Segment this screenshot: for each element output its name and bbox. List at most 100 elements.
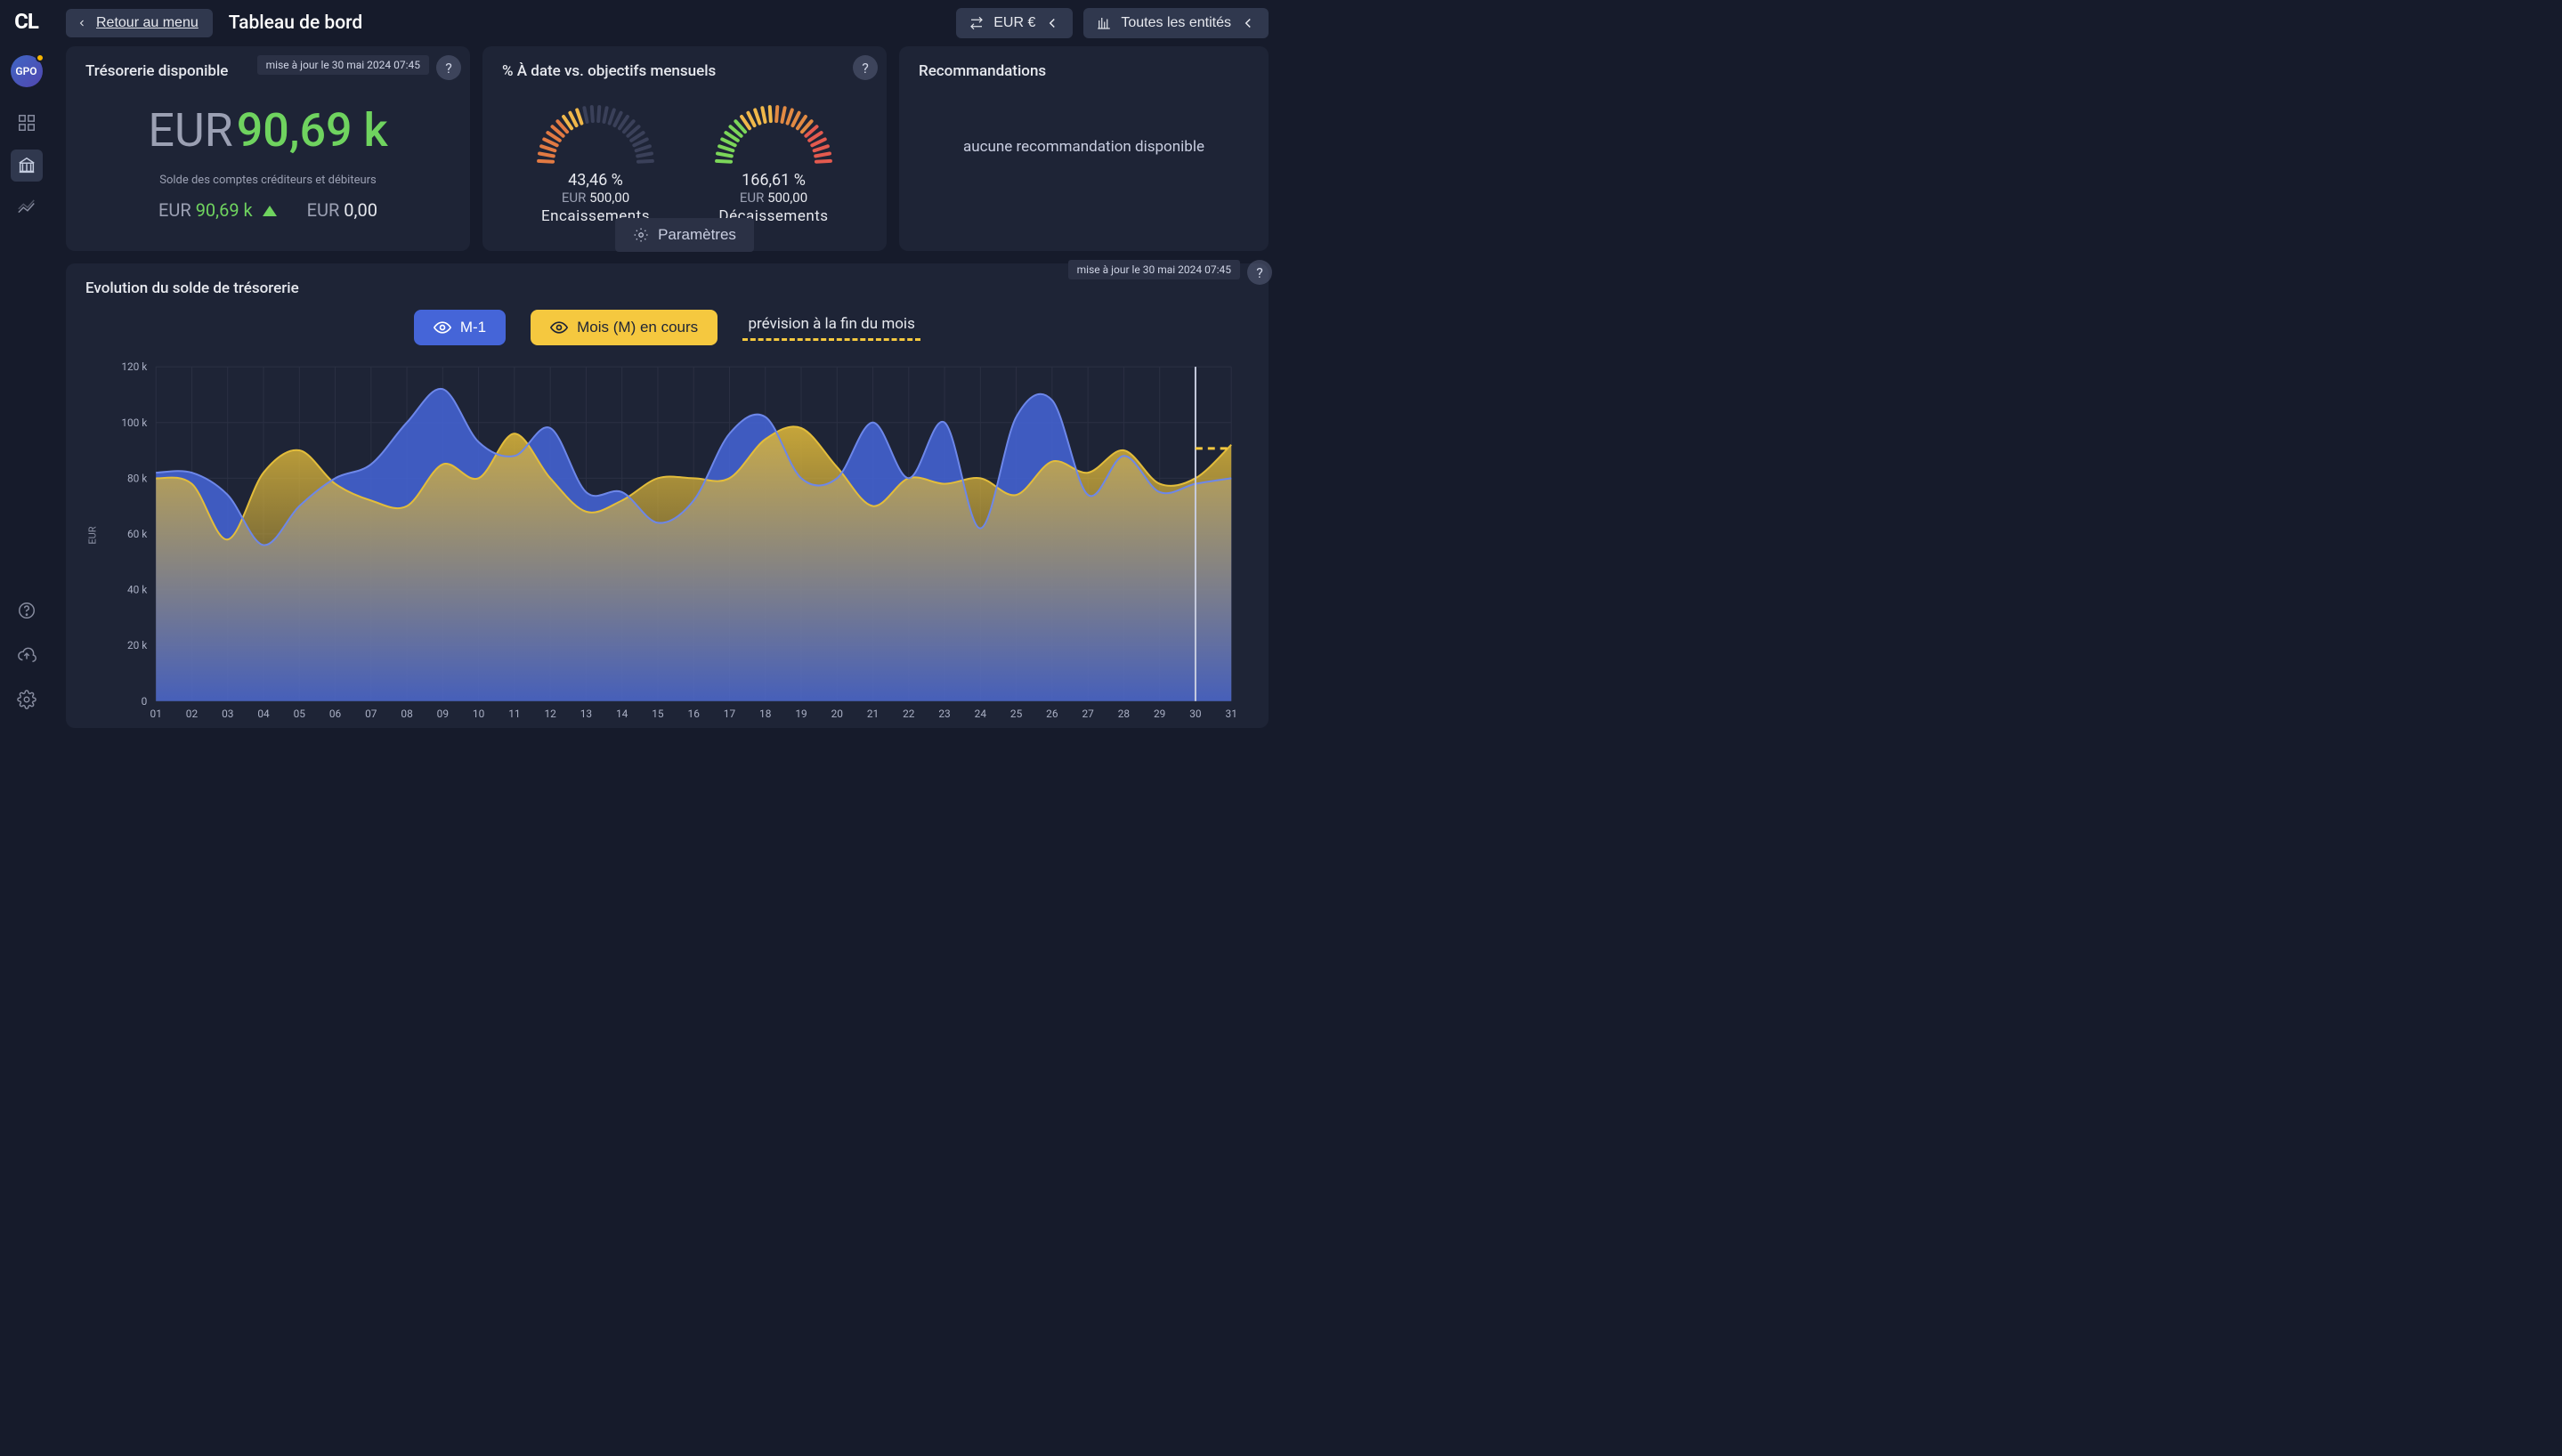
upload-nav-icon[interactable] [11, 639, 43, 671]
svg-text:120 k: 120 k [121, 360, 148, 373]
treasury-chart: 0 20 k 40 k 60 k 80 k 100 k 120 k 01 02 03 04 05 06 0… [85, 358, 1249, 719]
svg-text:03: 03 [222, 708, 233, 719]
avatar-initials: GPO [15, 65, 36, 77]
svg-text:30: 30 [1189, 708, 1202, 719]
help-button[interactable]: ? [1247, 260, 1272, 285]
svg-text:02: 02 [186, 708, 199, 719]
gauge-decaissements: 166,61 % EUR 500,00 Décaissements [693, 100, 854, 225]
buildings-icon [1096, 15, 1112, 31]
svg-text:19: 19 [795, 708, 807, 719]
svg-text:22: 22 [903, 708, 915, 719]
svg-text:27: 27 [1082, 708, 1094, 719]
grid-icon [17, 113, 36, 133]
treasury-subtitle: Solde des comptes créditeurs et débiteur… [85, 174, 450, 187]
svg-text:25: 25 [1010, 708, 1023, 719]
svg-text:26: 26 [1046, 708, 1058, 719]
gauge-out-svg [698, 100, 849, 164]
svg-text:29: 29 [1154, 708, 1165, 719]
svg-text:01: 01 [150, 708, 162, 719]
chart-title: Evolution du solde de trésorerie [85, 279, 1249, 297]
trend-icon [17, 198, 36, 218]
svg-text:31: 31 [1226, 708, 1237, 719]
gauge-title: % À date vs. objectifs mensuels [502, 62, 867, 80]
help-circle-icon [17, 601, 36, 620]
recommendations-card: Recommandations aucune recommandation di… [899, 46, 1269, 251]
svg-text:15: 15 [652, 708, 664, 719]
swap-icon [969, 15, 985, 31]
svg-text:09: 09 [437, 708, 449, 719]
svg-text:40 k: 40 k [127, 583, 148, 595]
currency-selector[interactable]: EUR € [956, 8, 1073, 38]
help-button[interactable]: ? [853, 55, 878, 80]
user-avatar[interactable]: GPO [11, 55, 43, 87]
svg-text:06: 06 [329, 708, 342, 719]
legend-m1-button[interactable]: M-1 [414, 310, 506, 345]
treasury-nav-icon[interactable] [11, 150, 43, 182]
page-title: Tableau de bord [229, 12, 362, 34]
svg-text:08: 08 [401, 708, 413, 719]
legend-forecast: prévision à la fin du mois [742, 315, 920, 341]
brand-logo: CL [14, 9, 38, 34]
legend-m-button[interactable]: Mois (M) en cours [531, 310, 718, 345]
svg-text:11: 11 [508, 708, 520, 719]
sidebar: CL GPO [0, 0, 53, 728]
svg-text:07: 07 [365, 708, 377, 719]
chart-card: mise à jour le 30 mai 2024 07:45 ? Evolu… [66, 263, 1269, 728]
svg-text:10: 10 [473, 708, 485, 719]
updated-tooltip: mise à jour le 30 mai 2024 07:45 [1068, 260, 1240, 279]
currency-label: EUR € [993, 15, 1035, 31]
gear-icon [633, 227, 649, 243]
treasury-positive: EUR 90,69 k [158, 199, 277, 221]
svg-text:12: 12 [544, 708, 556, 719]
svg-text:05: 05 [294, 708, 306, 719]
svg-text:100 k: 100 k [121, 417, 148, 429]
svg-text:04: 04 [257, 708, 270, 719]
svg-text:16: 16 [688, 708, 701, 719]
updated-tooltip: mise à jour le 30 mai 2024 07:45 [257, 55, 429, 75]
eye-icon [550, 319, 568, 336]
analytics-nav-icon[interactable] [11, 192, 43, 224]
notification-dot-icon [36, 53, 45, 62]
svg-text:17: 17 [724, 708, 736, 719]
treasury-amount: 90,69 k [237, 103, 388, 158]
chevron-left-icon [77, 18, 87, 28]
back-label: Retour au menu [96, 15, 199, 31]
gear-icon [17, 690, 36, 709]
chevron-left-icon [1044, 15, 1060, 31]
treasury-negative: EUR 0,00 [307, 199, 377, 221]
entities-label: Toutes les entités [1121, 15, 1231, 31]
svg-text:13: 13 [580, 708, 592, 719]
entities-selector[interactable]: Toutes les entités [1083, 8, 1269, 38]
svg-text:14: 14 [616, 708, 628, 719]
cloud-upload-icon [17, 645, 36, 665]
parameters-button[interactable]: Paramètres [615, 218, 754, 252]
svg-text:0: 0 [142, 695, 148, 708]
svg-text:80 k: 80 k [127, 472, 148, 484]
eye-icon [434, 319, 451, 336]
bank-icon [17, 156, 36, 175]
help-nav-icon[interactable] [11, 595, 43, 627]
reco-title: Recommandations [919, 62, 1249, 80]
svg-text:24: 24 [975, 708, 987, 719]
svg-text:60 k: 60 k [127, 528, 148, 540]
triangle-up-icon [263, 206, 277, 216]
treasury-currency: EUR [148, 103, 232, 158]
svg-text:20 k: 20 k [127, 639, 148, 651]
settings-nav-icon[interactable] [11, 684, 43, 716]
treasury-card: mise à jour le 30 mai 2024 07:45 ? Tréso… [66, 46, 470, 251]
topbar: Retour au menu Tableau de bord EUR € Tou… [53, 0, 1281, 46]
y-axis-label: EUR [87, 526, 99, 544]
dash-line-icon [742, 338, 920, 341]
dashboard-nav-icon[interactable] [11, 107, 43, 139]
gauge-in-svg [520, 100, 671, 164]
svg-text:21: 21 [867, 708, 879, 719]
chevron-left-icon [1240, 15, 1256, 31]
gauge-encaissements: 43,46 % EUR 500,00 Encaissements [515, 100, 676, 225]
svg-text:23: 23 [938, 708, 950, 719]
svg-text:28: 28 [1118, 708, 1131, 719]
svg-text:20: 20 [831, 708, 844, 719]
gauge-card: ? % À date vs. objectifs mensuels 43,46 … [482, 46, 887, 251]
back-button[interactable]: Retour au menu [66, 9, 213, 37]
reco-empty-text: aucune recommandation disponible [919, 80, 1249, 214]
help-button[interactable]: ? [436, 55, 461, 80]
